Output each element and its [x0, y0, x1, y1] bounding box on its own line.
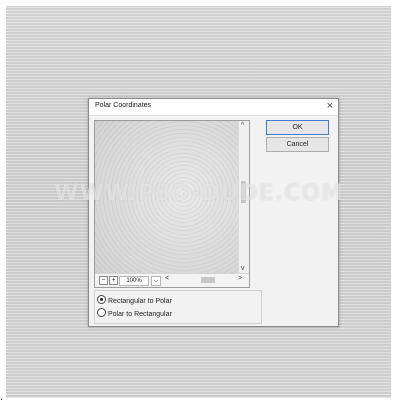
- polar-coordinates-dialog: Polar Coordinates × ^ v − + 100% ⌵ < > O…: [88, 98, 339, 327]
- chevron-down-icon[interactable]: ⌵: [151, 276, 161, 286]
- cancel-button[interactable]: Cancel: [266, 137, 329, 152]
- horizontal-scroll-thumb[interactable]: [201, 277, 215, 283]
- option-polar-to-rect-label: Polar to Rectangular: [108, 311, 172, 318]
- option-polar-to-rect[interactable]: Polar to Rectangular: [97, 308, 172, 318]
- dialog-titlebar: Polar Coordinates ×: [89, 99, 338, 116]
- zoom-value[interactable]: 100%: [119, 276, 149, 286]
- option-rect-to-polar-label: Rectangular to Polar: [108, 298, 172, 305]
- radio-unselected-icon[interactable]: [97, 308, 106, 317]
- zoom-bar: − + 100% ⌵ < >: [95, 273, 249, 287]
- corner-mark: .: [0, 392, 4, 403]
- watermark: WWW.PSD-DUDE.COM: [54, 181, 344, 206]
- scroll-left-icon[interactable]: <: [165, 275, 169, 282]
- scroll-down-icon[interactable]: v: [241, 265, 245, 272]
- option-rect-to-polar[interactable]: Rectangular to Polar: [97, 295, 172, 305]
- conversion-options: Rectangular to Polar Polar to Rectangula…: [94, 290, 262, 324]
- scroll-up-icon[interactable]: ^: [241, 122, 244, 129]
- radio-selected-icon[interactable]: [97, 295, 106, 304]
- zoom-out-button[interactable]: −: [99, 276, 108, 285]
- scroll-right-icon[interactable]: >: [238, 275, 242, 282]
- close-icon[interactable]: ×: [327, 100, 333, 112]
- ok-button[interactable]: OK: [266, 120, 329, 135]
- dialog-title: Polar Coordinates: [95, 102, 152, 109]
- zoom-in-button[interactable]: +: [109, 276, 118, 285]
